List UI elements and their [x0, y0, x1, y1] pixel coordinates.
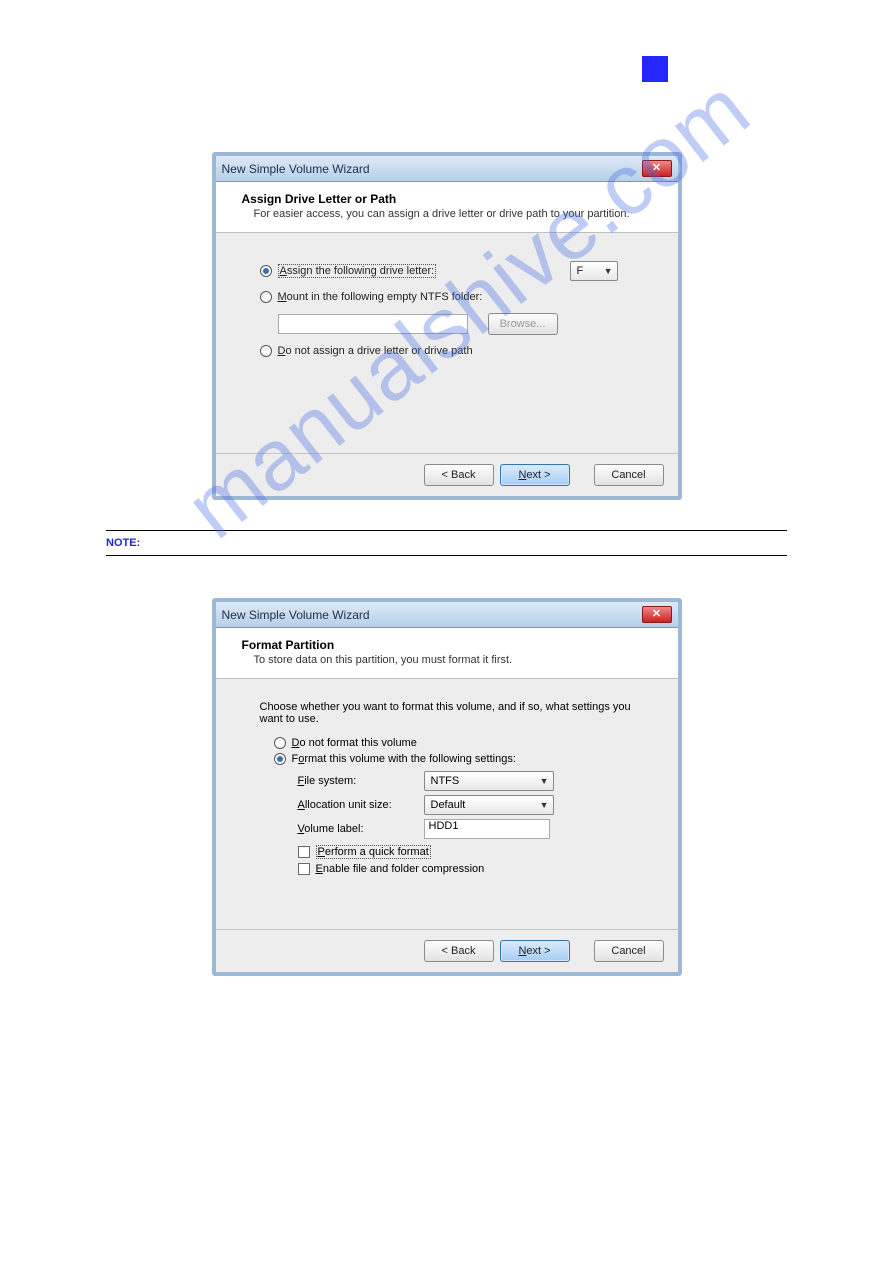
- dialog-assign-drive-letter: New Simple Volume Wizard ✕ Assign Drive …: [212, 152, 682, 500]
- label-compression: Enable file and folder compression: [316, 863, 485, 875]
- next-button[interactable]: Next >: [500, 464, 570, 486]
- radio-mount-folder[interactable]: [260, 291, 272, 303]
- label-file-system: File system:: [298, 775, 418, 787]
- close-icon: ✕: [652, 609, 661, 620]
- step-7-text: [106, 138, 787, 144]
- cancel-button[interactable]: Cancel: [594, 464, 664, 486]
- close-icon: ✕: [652, 163, 661, 174]
- step-8-text: [106, 572, 787, 578]
- file-system-select[interactable]: NTFS ▼: [424, 771, 554, 791]
- allocation-unit-value: Default: [431, 799, 466, 811]
- banner-subtitle: For easier access, you can assign a driv…: [254, 208, 658, 220]
- titlebar: New Simple Volume Wizard ✕: [216, 602, 678, 628]
- label-allocation-unit: Allocation unit size:: [298, 799, 418, 811]
- page-number-box: [642, 56, 668, 82]
- browse-button[interactable]: Browse...: [488, 313, 558, 335]
- chevron-down-icon: ▼: [540, 776, 549, 786]
- drive-letter-value: F: [577, 265, 584, 277]
- cancel-button[interactable]: Cancel: [594, 940, 664, 962]
- dialog-title: New Simple Volume Wizard: [222, 162, 370, 176]
- next-button[interactable]: Next >: [500, 940, 570, 962]
- intro-text: Choose whether you want to format this v…: [260, 701, 654, 725]
- radio-format[interactable]: [274, 753, 286, 765]
- note: NOTE:: [106, 530, 787, 556]
- label-mount-folder: Mount in the following empty NTFS folder…: [278, 291, 483, 303]
- radio-no-format[interactable]: [274, 737, 286, 749]
- close-button[interactable]: ✕: [642, 160, 672, 177]
- close-button[interactable]: ✕: [642, 606, 672, 623]
- radio-no-assign[interactable]: [260, 345, 272, 357]
- drive-letter-select[interactable]: F ▼: [570, 261, 618, 281]
- dialog-title: New Simple Volume Wizard: [222, 608, 370, 622]
- banner-title: Assign Drive Letter or Path: [242, 192, 658, 206]
- label-no-format: Do not format this volume: [292, 737, 417, 749]
- banner-title: Format Partition: [242, 638, 658, 652]
- radio-assign-letter[interactable]: [260, 265, 272, 277]
- allocation-unit-select[interactable]: Default ▼: [424, 795, 554, 815]
- checkbox-quick-format[interactable]: [298, 846, 310, 858]
- label-quick-format: Perform a quick format: [316, 845, 431, 859]
- label-no-assign: Do not assign a drive letter or drive pa…: [278, 345, 473, 357]
- titlebar: New Simple Volume Wizard ✕: [216, 156, 678, 182]
- banner-subtitle: To store data on this partition, you mus…: [254, 654, 658, 666]
- back-button[interactable]: < Back: [424, 940, 494, 962]
- file-system-value: NTFS: [431, 775, 460, 787]
- label-volume-label: Volume label:: [298, 823, 418, 835]
- dialog-format-partition: New Simple Volume Wizard ✕ Format Partit…: [212, 598, 682, 976]
- mount-path-input[interactable]: [278, 314, 468, 334]
- note-label: NOTE:: [106, 537, 140, 549]
- volume-label-input[interactable]: HDD1: [424, 819, 550, 839]
- chevron-down-icon: ▼: [540, 800, 549, 810]
- label-format: Format this volume with the following se…: [292, 753, 516, 765]
- back-button[interactable]: < Back: [424, 464, 494, 486]
- label-assign-letter: AAssign the following drive letter:ssign…: [278, 264, 437, 278]
- checkbox-compression[interactable]: [298, 863, 310, 875]
- chevron-down-icon: ▼: [604, 266, 613, 276]
